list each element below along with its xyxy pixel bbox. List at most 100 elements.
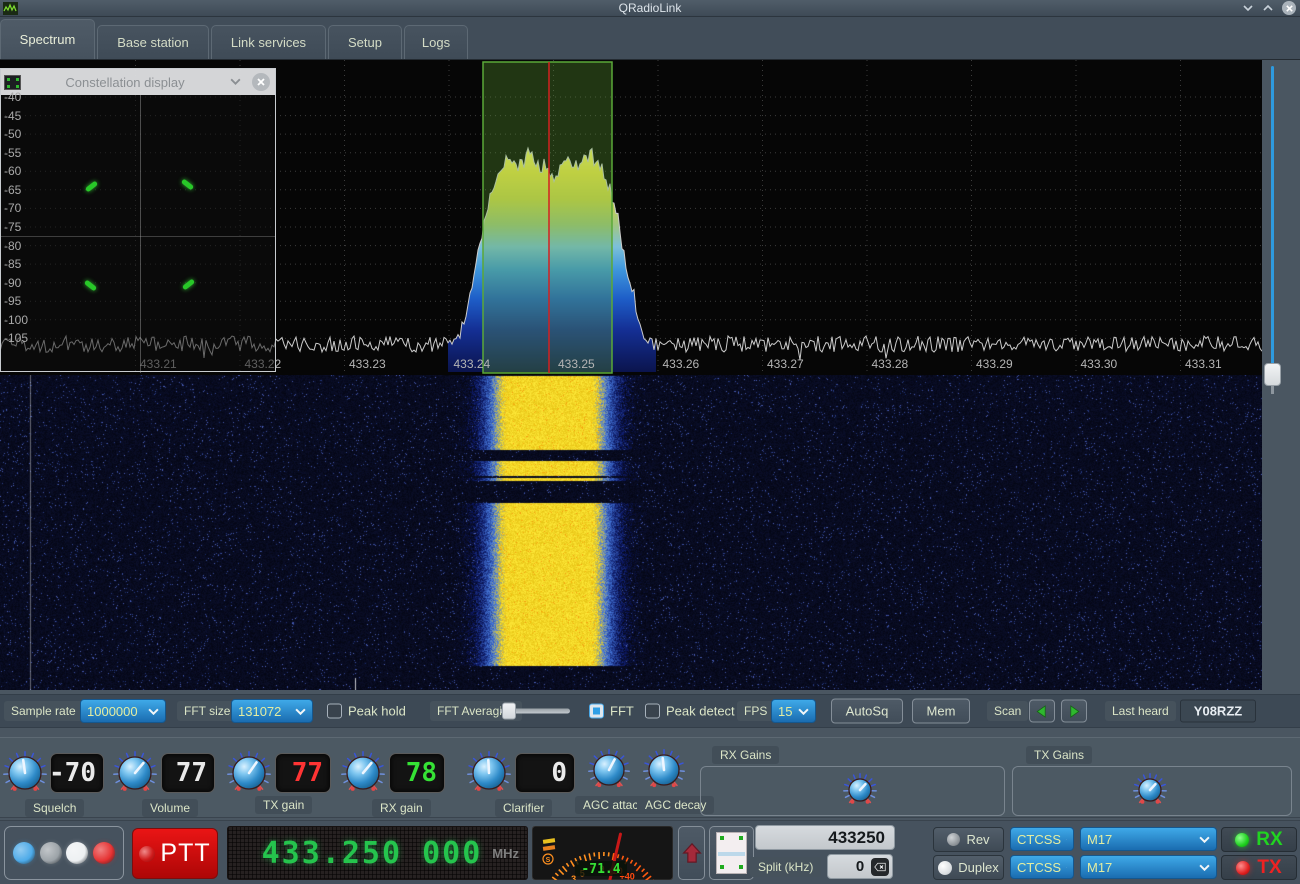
constellation-window[interactable]: Constellation display bbox=[0, 68, 276, 372]
ctcss-rx-value: CTCSS bbox=[1017, 832, 1061, 847]
fps-label: FPS bbox=[737, 701, 774, 721]
waterfall-display[interactable] bbox=[0, 375, 1262, 690]
squelch-knob[interactable] bbox=[3, 751, 47, 795]
constellation-point bbox=[182, 279, 195, 291]
peak-detect-checkbox[interactable] bbox=[645, 704, 660, 719]
tx-label: TX bbox=[1257, 857, 1281, 879]
frequency-input[interactable]: 433250 bbox=[755, 825, 895, 850]
volume-display: 77 bbox=[161, 753, 215, 793]
ptt-button[interactable]: PTT bbox=[132, 828, 218, 879]
chevron-down-icon bbox=[1199, 836, 1210, 843]
tab-bar: SpectrumBase stationLink servicesSetupLo… bbox=[0, 17, 1300, 60]
fft-checkbox[interactable] bbox=[589, 704, 604, 719]
chevron-down-icon bbox=[1066, 864, 1067, 871]
constellation-axis-vertical bbox=[140, 95, 141, 373]
clarifier-knob[interactable] bbox=[467, 751, 511, 795]
tune-up-button[interactable] bbox=[678, 826, 705, 880]
constellation-titlebar[interactable]: Constellation display bbox=[1, 69, 275, 95]
sample-rate-dropdown[interactable]: 1000000 bbox=[80, 699, 166, 723]
sample-rate-value: 1000000 bbox=[87, 704, 143, 719]
tx-indicator: TX bbox=[1221, 855, 1297, 880]
rx-gains-label: RX Gains bbox=[712, 746, 779, 764]
squelch-label: Squelch bbox=[25, 799, 84, 817]
zoom-slider-stub bbox=[1271, 386, 1274, 394]
db-label: -55 bbox=[4, 146, 21, 160]
scan-forward-button[interactable] bbox=[1061, 700, 1087, 723]
duplex-button[interactable]: Duplex bbox=[933, 855, 1004, 880]
constellation-close-icon[interactable] bbox=[252, 73, 270, 91]
title-bar[interactable]: QRadioLink bbox=[0, 0, 1300, 17]
fft-averaging-slider-handle[interactable] bbox=[502, 703, 516, 720]
ctcss-tx-dropdown[interactable]: CTCSS bbox=[1010, 855, 1074, 879]
constellation-collapse-icon[interactable] bbox=[229, 73, 242, 91]
svg-text:433.25: 433.25 bbox=[558, 357, 595, 371]
svg-text:433.30: 433.30 bbox=[1081, 357, 1118, 371]
window-title: QRadioLink bbox=[0, 1, 1300, 15]
chevron-down-icon bbox=[295, 708, 306, 715]
tx-gain-knob[interactable] bbox=[227, 751, 271, 795]
green-arrow-right-icon bbox=[1066, 703, 1082, 719]
fft-control: FFT bbox=[589, 704, 634, 719]
svg-text:433.27: 433.27 bbox=[767, 357, 804, 371]
fps-value: 15 bbox=[778, 704, 793, 719]
tx-led-icon bbox=[1236, 861, 1250, 875]
status-led-group bbox=[4, 826, 124, 880]
chevron-down-icon bbox=[1199, 864, 1210, 871]
tab-logs[interactable]: Logs bbox=[404, 25, 468, 59]
frequency-digits: 433.250 000 bbox=[262, 836, 483, 871]
db-label: -70 bbox=[4, 201, 21, 215]
minimize-icon[interactable] bbox=[1242, 4, 1254, 12]
led2-icon bbox=[40, 842, 62, 864]
autosq-button[interactable]: AutoSq bbox=[831, 699, 903, 724]
constellation-point bbox=[181, 179, 194, 191]
db-label: -60 bbox=[4, 164, 21, 178]
fft-size-dropdown[interactable]: 131072 bbox=[231, 699, 313, 723]
clarifier-display: 0 bbox=[515, 753, 575, 793]
fps-dropdown[interactable]: 15 bbox=[771, 699, 816, 723]
zoom-slider-handle[interactable] bbox=[1264, 363, 1281, 386]
tab-base-station[interactable]: Base station bbox=[97, 25, 209, 59]
agc-attack-knob[interactable] bbox=[588, 749, 632, 793]
rx-indicator: RX bbox=[1221, 827, 1297, 852]
mode-tx-dropdown[interactable]: M17 bbox=[1080, 855, 1217, 879]
maximize-icon[interactable] bbox=[1262, 4, 1274, 12]
mode-rx-value: M17 bbox=[1087, 832, 1194, 847]
tab-link-services[interactable]: Link services bbox=[211, 25, 326, 59]
rx-gain-label: RX gain bbox=[372, 799, 431, 817]
last-heard-label: Last heard bbox=[1105, 701, 1176, 721]
ctcss-tx-value: CTCSS bbox=[1017, 860, 1061, 875]
split-label: Split (kHz) bbox=[750, 857, 821, 877]
tx-gains-knob[interactable] bbox=[1133, 773, 1167, 807]
svg-text:433.24: 433.24 bbox=[454, 357, 491, 371]
rev-button[interactable]: Rev bbox=[933, 827, 1004, 852]
constellation-title: Constellation display bbox=[21, 75, 229, 90]
ctcss-rx-dropdown[interactable]: CTCSS bbox=[1010, 827, 1074, 851]
fft-label: FFT bbox=[610, 704, 634, 719]
rx-gain-knob[interactable] bbox=[341, 751, 385, 795]
agc-decay-knob[interactable] bbox=[643, 749, 687, 793]
zoom-slider-track[interactable] bbox=[1271, 66, 1274, 366]
volume-knob[interactable] bbox=[113, 751, 157, 795]
close-icon[interactable] bbox=[1282, 1, 1296, 15]
gain-controls-row: -70 Squelch 77 Volume 77 TX gain 78 RX g… bbox=[0, 737, 1300, 818]
svg-text:S: S bbox=[546, 857, 551, 864]
scan-back-button[interactable] bbox=[1029, 700, 1055, 723]
rx-gain-display: 78 bbox=[389, 753, 445, 793]
peak-detect-control: Peak detect bbox=[645, 704, 735, 719]
peak-hold-control: Peak hold bbox=[327, 704, 406, 719]
peak-hold-checkbox[interactable] bbox=[327, 704, 342, 719]
svg-text:433.23: 433.23 bbox=[349, 357, 386, 371]
mem-button[interactable]: Mem bbox=[912, 699, 970, 724]
constellation-toggle-button[interactable] bbox=[709, 826, 754, 880]
fft-averaging-slider[interactable] bbox=[500, 709, 570, 714]
db-label: -40 bbox=[4, 90, 21, 104]
tab-setup[interactable]: Setup bbox=[328, 25, 402, 59]
tab-spectrum[interactable]: Spectrum bbox=[0, 19, 95, 59]
mode-rx-dropdown[interactable]: M17 bbox=[1080, 827, 1217, 851]
split-input[interactable]: 0 bbox=[827, 854, 893, 879]
peak-detect-label: Peak detect bbox=[666, 704, 735, 719]
chevron-down-icon bbox=[798, 708, 809, 715]
clear-input-icon[interactable] bbox=[871, 858, 889, 876]
rx-gains-knob[interactable] bbox=[843, 773, 877, 807]
db-label: -50 bbox=[4, 127, 21, 141]
